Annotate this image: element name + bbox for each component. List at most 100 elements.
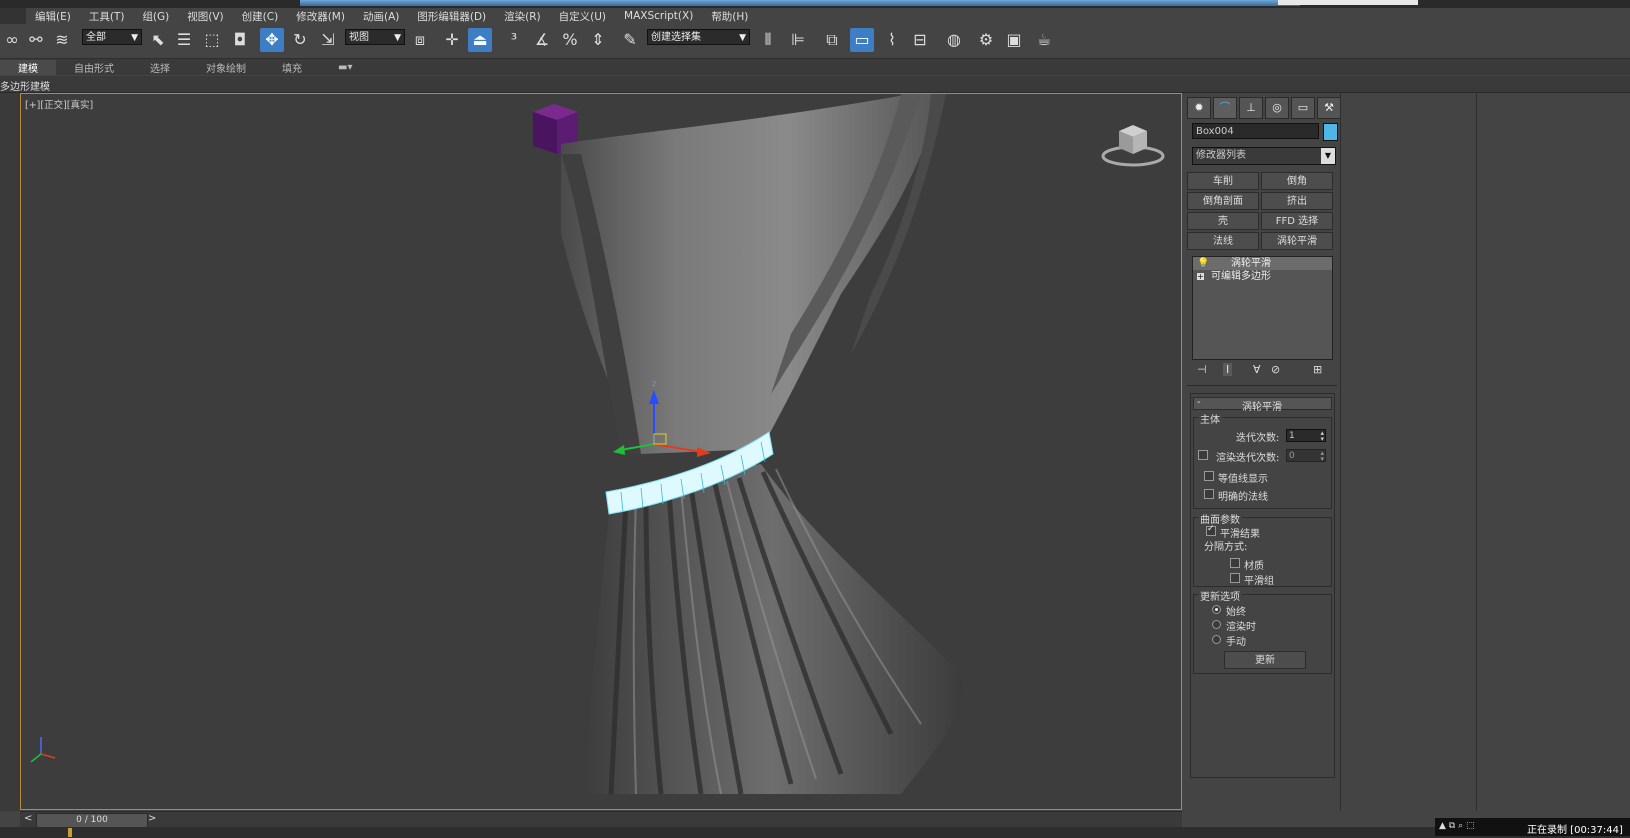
update-manually-radio[interactable] [1212,635,1221,644]
explicit-normals-checkbox[interactable] [1204,489,1214,499]
time-slider-thumb[interactable]: 0 / 100 [36,813,148,828]
polygon-modeling-label[interactable]: 多边形建模 [0,78,50,93]
percent-snap-icon[interactable]: % [558,28,582,52]
modifier-extrude-button[interactable]: 挤出 [1261,192,1333,210]
reference-coord-dropdown[interactable]: 视图 ▼ [345,29,405,45]
lightbulb-icon[interactable]: 💡 [1197,257,1209,270]
time-slider[interactable]: < 0 / 100 > [20,811,1182,828]
select-manipulate-icon[interactable]: ✛ [440,28,464,52]
motion-tab-icon[interactable]: ◎ [1265,97,1289,119]
iterations-spinner[interactable]: 1 ▴ ▾ [1286,429,1326,443]
menu-rendering[interactable]: 渲染(R) [495,9,550,24]
rendered-frame-window-icon[interactable]: ▣ [1002,28,1026,52]
ribbon-tab-object-paint[interactable]: 对象绘制 [188,60,264,75]
window-crossing-icon[interactable]: ◘ [228,28,252,52]
stack-item-editable-poly[interactable]: + 可编辑多边形 [1193,270,1332,283]
select-rotate-icon[interactable]: ↻ [288,28,312,52]
edit-named-selection-icon[interactable]: ✎ [618,28,642,52]
menu-help[interactable]: 帮助(H) [702,9,757,24]
toggle-ribbon-icon[interactable]: ▭ [850,28,874,52]
spinner-snap-icon[interactable]: ⇕ [586,28,610,52]
select-by-name-icon[interactable]: ☰ [172,28,196,52]
modify-tab-icon[interactable]: ⌒ [1213,97,1237,119]
menu-views[interactable]: 视图(V) [178,9,232,24]
ribbon-tab-populate[interactable]: 填充 [264,60,320,75]
time-next-icon[interactable]: > [148,813,156,824]
menu-edit[interactable]: 编辑(E) [26,9,80,24]
modifier-shell-button[interactable]: 壳 [1187,212,1259,230]
configure-modifier-sets-icon[interactable]: ⊞ [1313,363,1322,376]
menu-modifiers[interactable]: 修改器(M) [287,9,354,24]
search-box[interactable] [1278,0,1418,5]
update-when-rendering-radio[interactable] [1212,620,1221,629]
pivot-center-icon[interactable]: ⧈ [408,28,432,52]
keyboard-shortcut-override-icon[interactable]: ⏏ [468,28,492,52]
bind-spacewarp-icon[interactable]: ≋ [50,28,74,52]
layer-manager-icon[interactable]: ⧉ [820,28,844,52]
modifier-bevel-button[interactable]: 倒角 [1261,172,1333,190]
menu-customize[interactable]: 自定义(U) [550,9,615,24]
make-unique-icon[interactable]: ∀ [1253,363,1261,376]
app-logo-icon[interactable] [0,8,26,24]
update-options-group: 更新选项 始终 渲染时 手动 更新 [1193,588,1332,674]
modifier-normal-button[interactable]: 法线 [1187,232,1259,250]
angle-snap-icon[interactable]: ∡ [530,28,554,52]
menu-group[interactable]: 组(G) [133,9,178,24]
expand-icon[interactable]: + [1197,273,1204,281]
mirror-icon[interactable]: ⫴ [756,28,780,52]
viewport-perspective[interactable]: [+][正交][真实] z [20,93,1182,810]
display-tab-icon[interactable]: ▭ [1291,97,1315,119]
time-prev-icon[interactable]: < [24,813,32,824]
align-icon[interactable]: ⊫ [786,28,810,52]
link-icon[interactable]: ∞ [0,28,24,52]
object-color-swatch[interactable] [1323,123,1338,141]
menu-tools[interactable]: 工具(T) [80,9,134,24]
isoline-display-checkbox[interactable] [1204,471,1214,481]
remove-modifier-icon[interactable]: ⊘ [1271,363,1280,376]
ribbon-tab-selection[interactable]: 选择 [132,60,188,75]
hierarchy-tab-icon[interactable]: ⊥ [1239,97,1263,119]
modifier-list-dropdown[interactable]: 修改器列表 ▼ [1192,147,1336,165]
material-editor-icon[interactable]: ◍ [942,28,966,52]
menu-maxscript[interactable]: MAXScript(X) [615,10,702,22]
modifier-turbosmooth-button[interactable]: 涡轮平滑 [1261,232,1333,250]
viewcube-icon[interactable] [1101,125,1165,167]
unlink-icon[interactable]: ⚯ [24,28,48,52]
select-object-icon[interactable]: ⬉ [146,28,170,52]
select-scale-icon[interactable]: ⇲ [316,28,340,52]
modifier-ffd-select-button[interactable]: FFD 选择 [1261,212,1333,230]
select-move-icon[interactable]: ✥ [260,28,284,52]
update-always-radio[interactable] [1212,605,1221,614]
curve-editor-icon[interactable]: ⌇ [880,28,904,52]
render-iterations-checkbox[interactable] [1198,450,1208,460]
snaps-toggle-icon[interactable]: ³ [502,28,526,52]
show-end-result-icon[interactable]: Ⅰ [1223,363,1233,376]
pin-stack-icon[interactable]: ⊣ [1197,363,1207,376]
ribbon-tab-freeform[interactable]: 自由形式 [56,60,132,75]
render-setup-icon[interactable]: ⚙ [974,28,998,52]
named-selection-set-dropdown[interactable]: 创建选择集 ▼ [647,29,750,45]
rect-selection-icon[interactable]: ⬚ [200,28,224,52]
create-tab-icon[interactable]: ✹ [1187,97,1211,119]
smoothing-groups-checkbox[interactable] [1230,573,1240,583]
menu-animation[interactable]: 动画(A) [354,9,408,24]
stack-item-turbosmooth[interactable]: 💡 涡轮平滑 [1193,257,1332,270]
materials-checkbox[interactable] [1230,558,1240,568]
render-iterations-spinner[interactable]: 0 ▴ ▾ [1286,449,1326,463]
menu-create[interactable]: 创建(C) [233,9,288,24]
ribbon-tab-modeling[interactable]: 建模 [0,59,56,75]
update-button[interactable]: 更新 [1224,651,1306,669]
ribbon-options-icon[interactable]: ▬▾ [320,62,370,73]
utilities-tab-icon[interactable]: ⚒ [1317,97,1341,119]
recorder-controls-icon[interactable]: ▲ ⧉ ⌕ ⬚ [1439,821,1474,831]
object-name-field[interactable]: Box004 [1192,123,1319,139]
main-group: 主体 迭代次数: 1 ▴ ▾ 渲染迭代次数: 0 ▴ ▾ 等值线显示 明确的法线 [1193,411,1332,509]
smooth-result-checkbox[interactable] [1206,524,1216,536]
modifier-lathe-button[interactable]: 车削 [1187,172,1259,190]
modifier-bevel-profile-button[interactable]: 倒角剖面 [1187,192,1259,210]
render-production-icon[interactable]: ☕ [1032,28,1056,52]
menu-graph-editors[interactable]: 图形编辑器(D) [408,9,495,24]
rollout-header[interactable]: - 涡轮平滑 [1193,397,1332,413]
schematic-view-icon[interactable]: ⊟ [908,28,932,52]
selection-filter-dropdown[interactable]: 全部 ▼ [82,29,142,45]
